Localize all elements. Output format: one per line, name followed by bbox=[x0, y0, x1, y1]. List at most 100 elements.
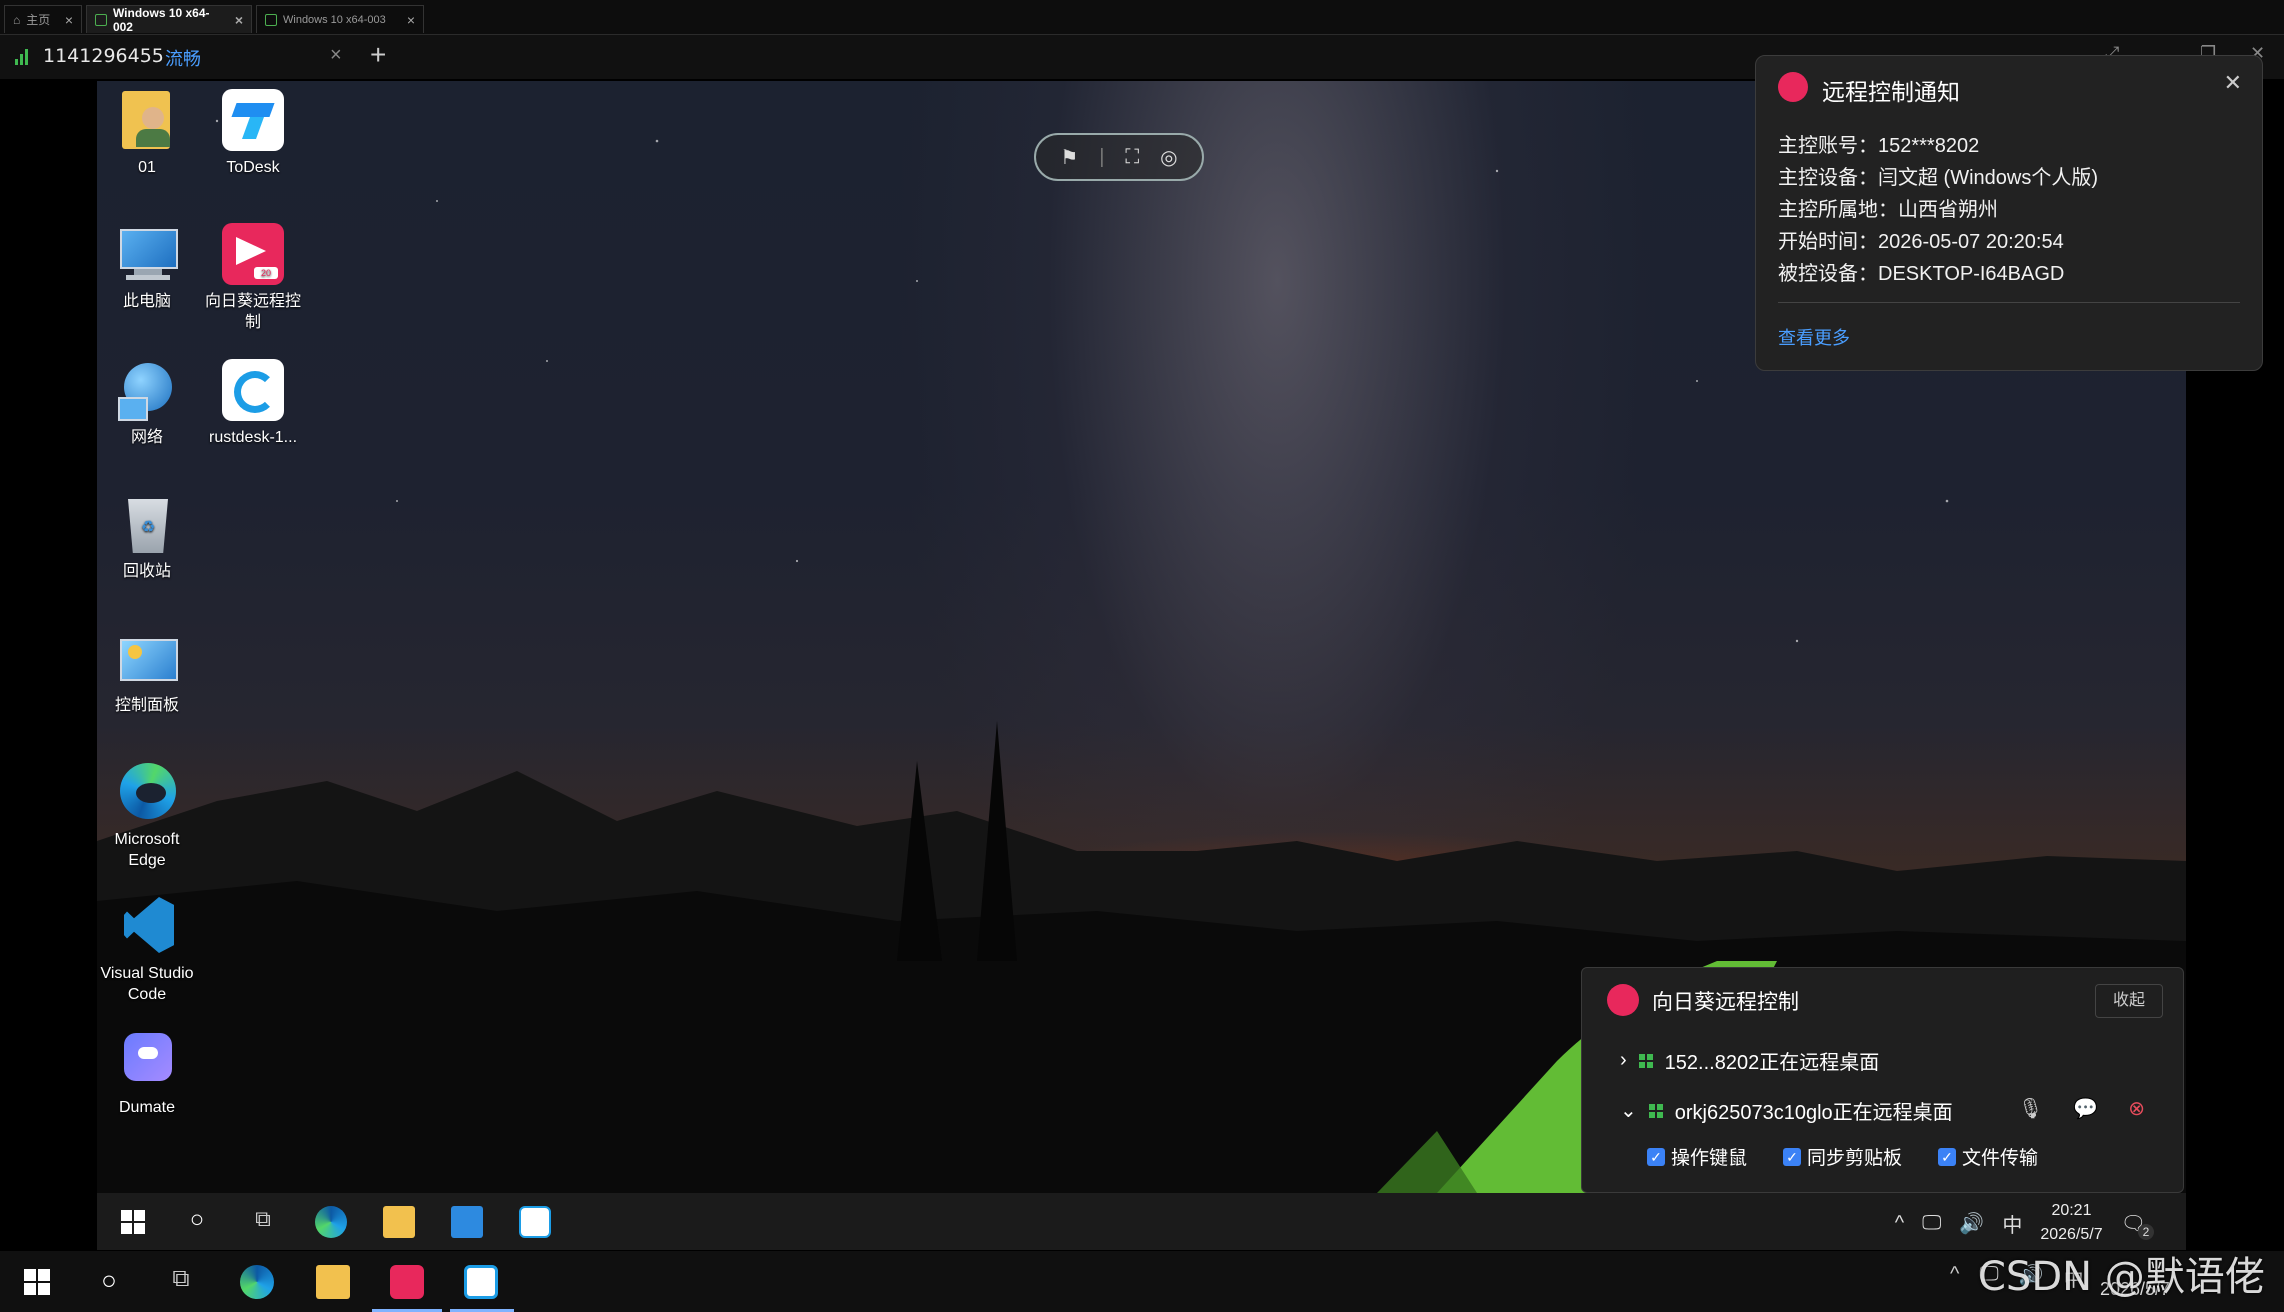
desktop-icon-label: rustdesk-1... bbox=[208, 429, 298, 446]
tab-home[interactable]: ⌂ 主页 × bbox=[4, 5, 82, 33]
file-explorer-icon[interactable] bbox=[316, 1265, 350, 1299]
sunlogin-logo-icon bbox=[1778, 72, 1808, 102]
connection-quality: 流畅 bbox=[165, 49, 201, 69]
windows-icon bbox=[1648, 1103, 1663, 1118]
close-session-icon[interactable]: × bbox=[330, 44, 342, 67]
task-view-icon[interactable]: ⧉ bbox=[247, 1206, 279, 1238]
volume-icon[interactable]: 🔊 bbox=[1959, 1211, 1984, 1236]
close-icon[interactable]: × bbox=[407, 12, 415, 28]
remote-floating-toolbar: ⚑ | ⛶ ◎ bbox=[1034, 133, 1204, 181]
search-circle-icon[interactable]: ○ bbox=[181, 1206, 213, 1238]
divider bbox=[1778, 302, 2240, 303]
chat-icon[interactable]: 💬 bbox=[2073, 1096, 2098, 1121]
view-more-link[interactable]: 查看更多 bbox=[1778, 324, 1850, 350]
desktop-icon-edge[interactable]: Microsoft Edge bbox=[99, 759, 195, 871]
add-session-button[interactable]: + bbox=[370, 39, 386, 71]
local-taskbar: ○ ⧉ ^ 🖵 🔊 中 2026/5/7 bbox=[0, 1251, 2284, 1312]
chevron-down-icon[interactable]: ⌄ bbox=[1620, 1098, 1637, 1123]
rustdesk-icon[interactable] bbox=[464, 1265, 498, 1299]
option-keyboard-mouse[interactable]: ✓ 操作键鼠 bbox=[1647, 1143, 1747, 1170]
sunlogin-icon: 20 bbox=[220, 221, 286, 287]
search-circle-icon[interactable]: ○ bbox=[92, 1265, 126, 1299]
sunlogin-status-panel: 向日葵远程控制 收起 › 152...8202正在远程桌面 ⌄ orkj6250… bbox=[1581, 967, 2184, 1193]
close-icon[interactable]: × bbox=[235, 12, 243, 28]
desktop-icon-label: 此电脑 bbox=[122, 293, 171, 310]
rustdesk-icon bbox=[220, 357, 286, 423]
close-icon[interactable]: ✕ bbox=[2224, 70, 2242, 96]
edge-icon[interactable] bbox=[315, 1206, 347, 1238]
detail-controlled-device: 被控设备：DESKTOP-I64BAGD bbox=[1778, 263, 2065, 285]
detail-master-device: 主控设备：闫文超 (Windows个人版) bbox=[1778, 167, 2099, 189]
tab-windows-002[interactable]: Windows 10 x64-002 × bbox=[86, 5, 252, 34]
toolbar-divider: | bbox=[1099, 145, 1105, 168]
desktop-icon-this-pc[interactable]: 此电脑 bbox=[99, 221, 195, 312]
control-panel-icon bbox=[114, 625, 180, 691]
tab-label: 主页 bbox=[26, 13, 51, 27]
desktop-icon-label: 回收站 bbox=[122, 563, 171, 580]
notification-details: 主控账号：152***8202 主控设备：闫文超 (Windows个人版) 主控… bbox=[1778, 130, 2098, 290]
desktop-icon-01[interactable]: 01 bbox=[99, 87, 195, 178]
panel-title: 向日葵远程控制 bbox=[1652, 991, 1799, 1014]
windows-start-icon[interactable] bbox=[20, 1265, 54, 1299]
view-eye-icon[interactable]: ◎ bbox=[1160, 145, 1177, 170]
collapse-button[interactable]: 收起 bbox=[2095, 984, 2163, 1018]
desktop-icon-label: 01 bbox=[138, 159, 156, 176]
mail-icon[interactable] bbox=[451, 1206, 483, 1238]
session-text: orkj625073c10glo正在远程桌面 bbox=[1674, 1102, 1953, 1124]
chevron-right-icon[interactable]: › bbox=[1620, 1049, 1627, 1072]
vscode-icon bbox=[114, 893, 180, 959]
network-icon[interactable]: 🖵 bbox=[1922, 1212, 1941, 1235]
rustdesk-icon[interactable] bbox=[519, 1206, 551, 1238]
session-row[interactable]: ⌄ orkj625073c10glo正在远程桌面 bbox=[1620, 1096, 1953, 1125]
desktop-icon-label: ToDesk bbox=[226, 159, 280, 176]
watermark: CSDN @默语佬 bbox=[1978, 1254, 2265, 1300]
chevron-up-icon[interactable]: ^ bbox=[1895, 1212, 1904, 1235]
notification-count: 2 bbox=[2138, 1223, 2154, 1240]
file-explorer-icon[interactable] bbox=[383, 1206, 415, 1238]
detail-master-location: 主控所属地：山西省朔州 bbox=[1778, 199, 1998, 221]
session-row[interactable]: › 152...8202正在远程桌面 bbox=[1620, 1046, 1879, 1075]
desktop-icon-label: 控制面板 bbox=[114, 697, 179, 714]
chevron-up-icon[interactable]: ^ bbox=[1950, 1263, 1959, 1292]
desktop-icon-sunlogin[interactable]: 20 向日葵远程控制 bbox=[205, 221, 301, 333]
ime-indicator[interactable]: 中 bbox=[2002, 1209, 2022, 1238]
windows-start-icon[interactable] bbox=[117, 1206, 149, 1238]
dumate-icon bbox=[114, 1027, 180, 1093]
edge-icon bbox=[114, 759, 180, 825]
clock[interactable]: 20:21 2026/5/7 bbox=[2040, 1199, 2102, 1247]
notification-center-icon[interactable]: 🗨 2 bbox=[2121, 1211, 2154, 1240]
sunlogin-control-icon[interactable]: ⚑ bbox=[1060, 145, 1078, 170]
tab-label: Windows 10 x64-003 bbox=[283, 13, 386, 26]
desktop-icon-vscode[interactable]: Visual Studio Code bbox=[99, 893, 195, 1005]
network-globe-icon bbox=[114, 357, 180, 423]
tab-windows-003[interactable]: Windows 10 x64-003 × bbox=[256, 5, 424, 33]
checkbox-checked-icon[interactable]: ✓ bbox=[1938, 1147, 1957, 1166]
monitor-icon bbox=[95, 13, 107, 26]
option-label: 同步剪贴板 bbox=[1807, 1148, 1903, 1169]
desktop-icon-rustdesk[interactable]: rustdesk-1... bbox=[205, 357, 301, 448]
computer-icon bbox=[114, 221, 180, 287]
desktop-icon-label: Visual Studio Code bbox=[100, 965, 194, 1003]
disconnect-icon[interactable]: ⊗ bbox=[2128, 1096, 2145, 1121]
microphone-icon[interactable]: 🎙 bbox=[2018, 1096, 2043, 1121]
checkbox-checked-icon[interactable]: ✓ bbox=[1647, 1147, 1665, 1166]
desktop-icon-label: 网络 bbox=[130, 429, 163, 446]
home-icon: ⌂ bbox=[13, 12, 21, 27]
desktop-icon-control-panel[interactable]: 控制面板 bbox=[99, 625, 195, 716]
fullscreen-icon[interactable]: ⛶ bbox=[1125, 146, 1139, 169]
sunlogin-icon[interactable] bbox=[390, 1265, 424, 1299]
edge-icon[interactable] bbox=[240, 1265, 274, 1299]
remote-system-tray: ^ 🖵 🔊 中 20:21 2026/5/7 🗨 2 bbox=[1895, 1199, 2154, 1247]
desktop-icon-network[interactable]: 网络 bbox=[99, 357, 195, 448]
monitor-icon bbox=[265, 13, 277, 26]
checkbox-checked-icon[interactable]: ✓ bbox=[1783, 1147, 1802, 1166]
desktop-icon-todesk[interactable]: ToDesk bbox=[205, 87, 301, 178]
close-icon[interactable]: × bbox=[65, 12, 73, 28]
detail-master-account: 主控账号：152***8202 bbox=[1778, 135, 1980, 157]
desktop-icon-recycle-bin[interactable]: ♻ 回收站 bbox=[99, 491, 195, 582]
task-view-icon[interactable]: ⧉ bbox=[164, 1265, 198, 1299]
option-sync-clipboard[interactable]: ✓ 同步剪贴板 bbox=[1783, 1143, 1902, 1170]
option-file-transfer[interactable]: ✓ 文件传输 bbox=[1938, 1143, 2038, 1170]
remote-taskbar: ○ ⧉ ^ 🖵 🔊 中 20:21 2026/5/7 🗨 2 bbox=[97, 1193, 2186, 1250]
desktop-icon-dumate[interactable]: Dumate bbox=[99, 1027, 195, 1118]
